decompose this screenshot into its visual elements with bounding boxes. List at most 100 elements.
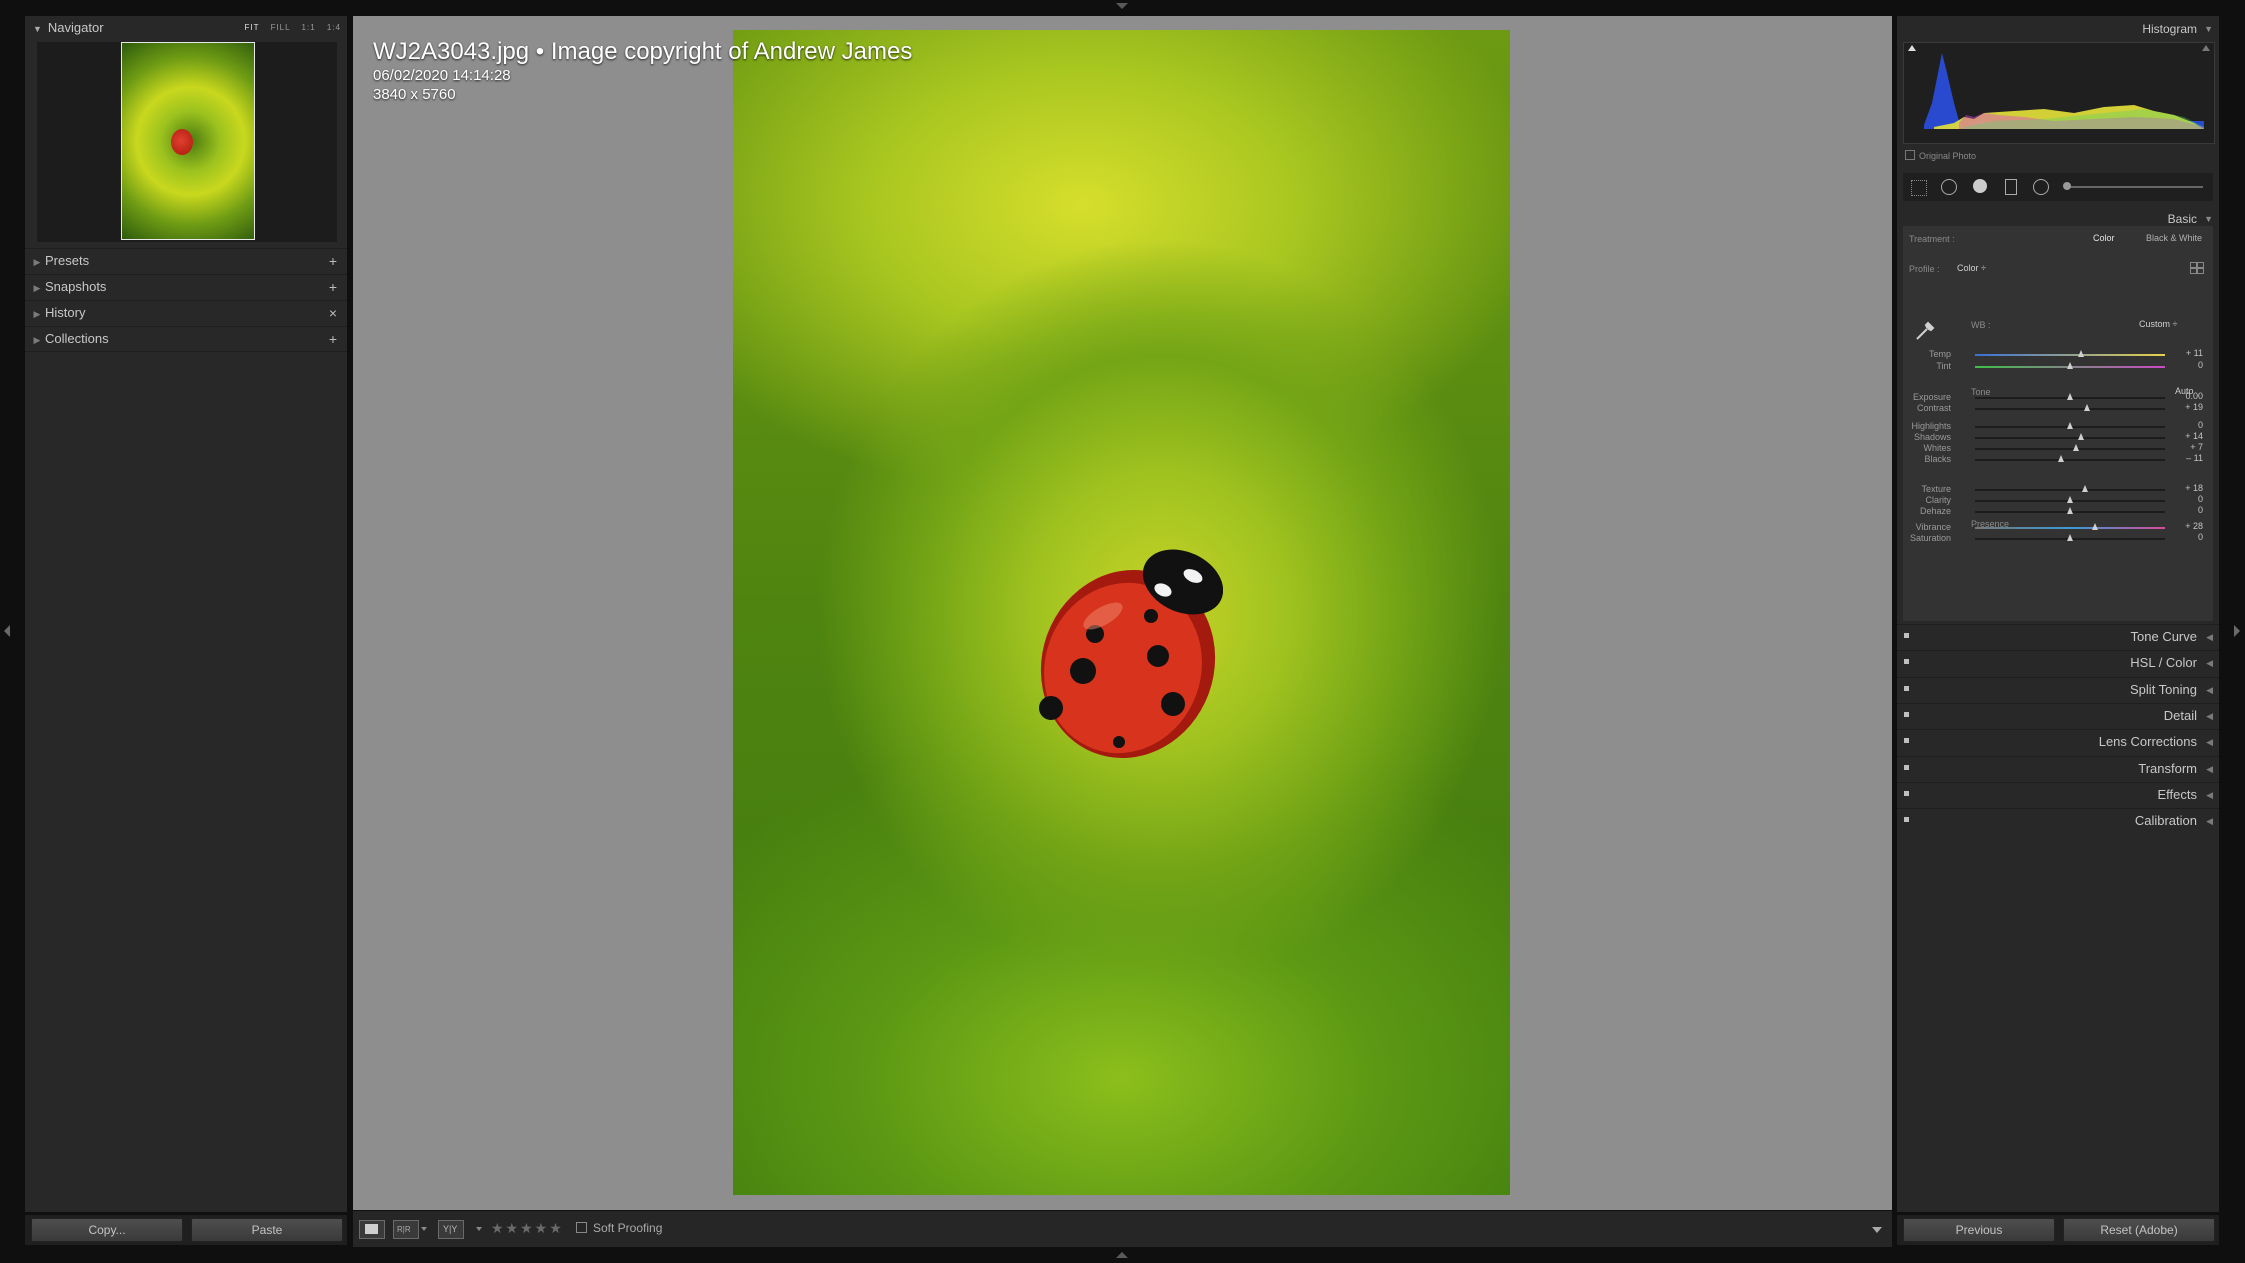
effects-panel-header[interactable]: Effects ◀ [1897,781,2219,807]
saturation-slider-knob[interactable] [2067,534,2073,541]
texture-slider-track[interactable] [1975,489,2165,491]
adjustment-brush-track[interactable] [2065,186,2203,188]
shadows-slider-knob[interactable] [2078,433,2085,440]
transform-panel-header[interactable]: Transform ◀ [1897,755,2219,781]
dehaze-slider-knob[interactable] [2067,507,2073,514]
paste-button[interactable]: Paste [191,1218,343,1242]
blacks-slider-track[interactable] [1975,459,2165,461]
shadows-value[interactable]: + 14 [2185,431,2203,441]
texture-value[interactable]: + 18 [2185,483,2203,493]
temp-slider-track[interactable] [1975,354,2165,356]
expand-triangle-icon[interactable]: ◀ [2206,783,2213,807]
split-toning-toggle-switch-icon[interactable] [1904,685,1909,691]
develop-photo[interactable] [733,30,1510,1195]
add-collection-icon[interactable]: + [329,327,337,351]
expand-triangle-icon[interactable]: ◀ [2206,704,2213,728]
zoom-1-1-button[interactable]: 1:1 [302,23,316,32]
whites-value[interactable]: + 7 [2190,442,2203,452]
clear-history-icon[interactable]: × [329,301,337,325]
whites-slider-knob[interactable] [2072,444,2079,451]
adjustment-brush-icon[interactable] [2063,182,2071,190]
profile-browser-icon[interactable] [2190,262,2204,274]
original-photo-toggle[interactable]: Original Photo [1905,150,1976,161]
original-photo-checkbox[interactable] [1905,150,1915,160]
profile-select[interactable]: Color ÷ [1957,263,1986,273]
right-panel-toggle-icon[interactable] [2234,625,2240,637]
highlight-clipping-icon[interactable] [2202,45,2210,51]
contrast-value[interactable]: + 19 [2185,402,2203,412]
expand-triangle-icon[interactable]: ◀ [2206,678,2213,702]
hsl-color-toggle-switch-icon[interactable] [1904,659,1909,665]
tint-value[interactable]: 0 [2198,360,2203,370]
graduated-filter-icon[interactable] [2005,179,2017,195]
expand-triangle-icon[interactable]: ◀ [2206,730,2213,754]
white-balance-selector-icon[interactable] [1913,318,1937,342]
previous-button[interactable]: Previous [1903,1218,2055,1242]
tone-curve-toggle-switch-icon[interactable] [1904,633,1909,638]
navigator-thumbnail[interactable] [121,42,255,240]
add-snapshot-icon[interactable]: + [329,275,337,299]
texture-slider-knob[interactable] [2082,485,2089,492]
lens-corrections-toggle-switch-icon[interactable] [1904,738,1909,744]
before-after-dropdown-icon[interactable] [421,1227,427,1231]
blacks-value[interactable]: – 11 [2186,453,2203,463]
highlights-slider-knob[interactable] [2067,422,2073,429]
vibrance-slider-track[interactable] [1975,527,2165,529]
treatment-color-option[interactable]: Color [2093,233,2115,243]
radial-filter-icon[interactable] [2033,179,2049,195]
copy-button[interactable]: Copy... [31,1218,183,1242]
history-panel-header[interactable]: ▶ History × [25,300,347,325]
clarity-value[interactable]: 0 [2198,494,2203,504]
exposure-value[interactable]: 0.00 [2185,391,2203,401]
temp-slider-knob[interactable] [2078,350,2085,357]
spot-removal-icon[interactable] [1941,179,1957,195]
crop-tool-icon[interactable] [1911,180,1927,196]
presets-panel-header[interactable]: ▶ Presets + [25,248,347,273]
highlights-value[interactable]: 0 [2198,420,2203,430]
vibrance-value[interactable]: + 28 [2185,521,2203,531]
saturation-value[interactable]: 0 [2198,532,2203,542]
yy-dropdown-icon[interactable] [476,1227,482,1231]
expand-triangle-icon[interactable]: ◀ [2206,625,2213,649]
histogram[interactable] [1903,42,2215,144]
detail-toggle-switch-icon[interactable] [1904,711,1909,717]
contrast-slider-track[interactable] [1975,408,2165,410]
effects-toggle-switch-icon[interactable] [1904,790,1909,796]
left-panel-toggle-icon[interactable] [4,625,10,637]
tone-curve-panel-header[interactable]: Tone Curve ◀ [1897,624,2219,649]
zoom-fit-button[interactable]: FIT [244,23,259,32]
hsl-color-panel-header[interactable]: HSL / Color ◀ [1897,650,2219,675]
star-rating[interactable]: ★★★★★ [491,1220,564,1237]
shadows-slider-track[interactable] [1975,437,2165,439]
transform-toggle-switch-icon[interactable] [1904,764,1909,770]
blacks-slider-knob[interactable] [2057,455,2064,462]
loupe-view-icon[interactable] [359,1220,385,1239]
shadow-clipping-icon[interactable] [1908,45,1916,51]
navigator-header[interactable]: ▼ Navigator FIT FILL 1:1 1:4 [25,16,347,40]
expand-triangle-icon[interactable]: ◀ [2206,809,2213,833]
temp-value[interactable]: + 11 [2186,348,2203,358]
toolbar-options-dropdown-icon[interactable] [1872,1227,1882,1233]
calibration-toggle-switch-icon[interactable] [1904,817,1909,823]
exposure-slider-knob[interactable] [2067,393,2073,400]
calibration-panel-header[interactable]: Calibration ◀ [1897,808,2219,833]
collections-panel-header[interactable]: ▶ Collections + [25,326,347,352]
zoom-fill-button[interactable]: FILL [271,23,291,32]
lens-corrections-panel-header[interactable]: Lens Corrections ◀ [1897,729,2219,754]
soft-proofing-checkbox[interactable] [576,1222,587,1233]
contrast-slider-knob[interactable] [2084,404,2091,411]
before-after-icon[interactable]: R|R [393,1220,419,1239]
add-preset-icon[interactable]: + [329,249,337,273]
reset-button[interactable]: Reset (Adobe) [2063,1218,2215,1242]
wb-select[interactable]: Custom ÷ [2139,319,2177,329]
dehaze-value[interactable]: 0 [2198,505,2203,515]
zoom-1-4-button[interactable]: 1:4 [327,23,341,32]
bottom-panel-toggle-icon[interactable] [1116,1252,1128,1258]
expand-triangle-icon[interactable]: ◀ [2206,757,2213,781]
tint-slider-knob[interactable] [2067,362,2073,369]
top-panel-toggle-icon[interactable] [1116,3,1128,9]
expand-triangle-icon[interactable]: ◀ [2206,651,2213,675]
red-eye-icon[interactable] [1973,179,1987,193]
vibrance-slider-knob[interactable] [2091,523,2098,530]
histogram-header[interactable]: Histogram ▼ [1897,18,2219,40]
